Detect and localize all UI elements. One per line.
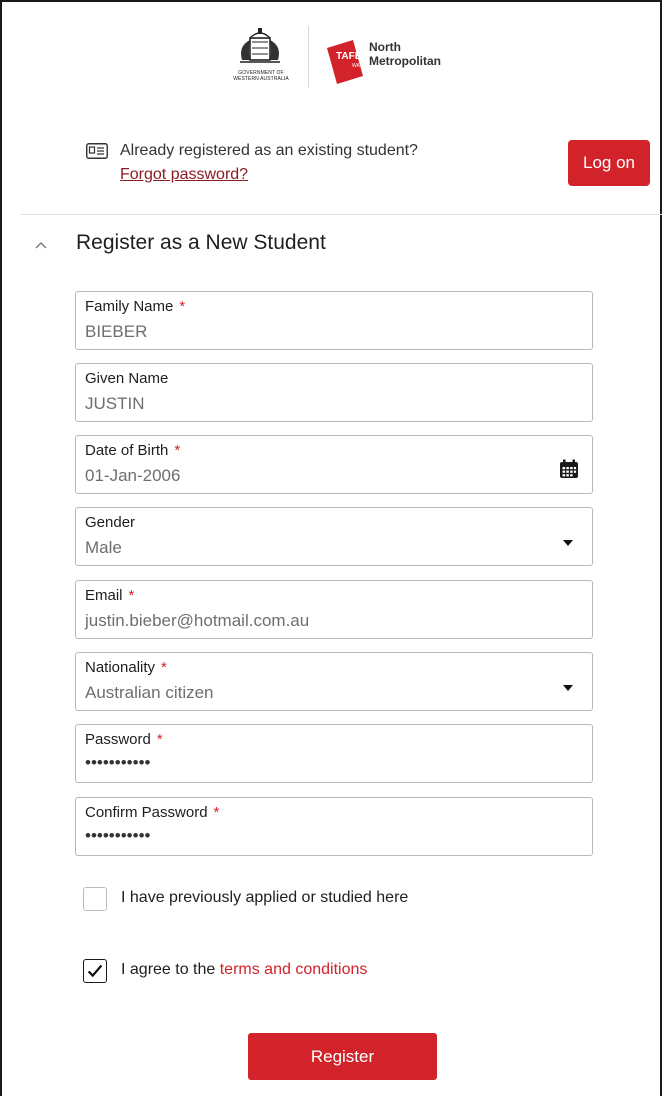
nationality-select[interactable]: Nationality * Australian citizen: [75, 652, 593, 711]
nationality-label: Nationality *: [85, 659, 167, 676]
log-on-button[interactable]: Log on: [568, 140, 650, 186]
checkmark-icon: [87, 964, 103, 978]
chevron-up-icon[interactable]: [34, 238, 48, 252]
institute-name-line2: Metropolitan: [369, 54, 441, 68]
confirm-password-label-text: Confirm Password: [85, 804, 208, 821]
password-field[interactable]: Password * •••••••••••: [75, 724, 593, 783]
confirm-password-field[interactable]: Confirm Password * •••••••••••: [75, 797, 593, 856]
required-marker: *: [213, 804, 220, 821]
terms-and-conditions-link[interactable]: terms and conditions: [220, 961, 368, 978]
section-divider: [20, 214, 662, 215]
email-label: Email *: [85, 587, 134, 604]
date-of-birth-label: Date of Birth *: [85, 442, 180, 459]
required-marker: *: [161, 659, 167, 676]
agree-terms-row[interactable]: I agree to the terms and conditions: [83, 959, 603, 985]
section-title: Register as a New Student: [76, 231, 326, 254]
password-label: Password *: [85, 731, 163, 748]
required-marker: *: [156, 731, 163, 748]
gender-select[interactable]: Gender Male: [75, 507, 593, 566]
existing-student-panel: Already registered as an existing studen…: [86, 140, 650, 194]
calendar-icon[interactable]: [559, 459, 579, 479]
existing-student-prompt: Already registered as an existing studen…: [120, 142, 418, 159]
family-name-label-text: Family Name: [85, 298, 174, 315]
nationality-value[interactable]: Australian citizen: [85, 683, 214, 703]
email-value[interactable]: justin.bieber@hotmail.com.au: [85, 611, 309, 631]
email-field[interactable]: Email * justin.bieber@hotmail.com.au: [75, 580, 593, 639]
tafe-logo-sub: WA: [352, 63, 360, 69]
required-marker: *: [174, 442, 181, 459]
previously-applied-row[interactable]: I have previously applied or studied her…: [83, 887, 603, 913]
password-value[interactable]: •••••••••••: [85, 753, 150, 773]
nationality-label-text: Nationality: [85, 659, 156, 676]
government-logo-text: GOVERNMENT OF WESTERN AUSTRALIA: [233, 70, 289, 82]
gender-label: Gender: [85, 514, 136, 531]
register-button[interactable]: Register: [248, 1033, 437, 1080]
given-name-field[interactable]: Given Name JUSTIN: [75, 363, 593, 422]
gender-value[interactable]: Male: [85, 538, 122, 558]
dropdown-caret-icon[interactable]: [563, 685, 573, 691]
date-of-birth-value[interactable]: 01-Jan-2006: [85, 466, 180, 486]
family-name-field[interactable]: Family Name * BIEBER: [75, 291, 593, 350]
agree-terms-label: I agree to the terms and conditions: [121, 961, 367, 979]
previously-applied-label[interactable]: I have previously applied or studied her…: [121, 889, 408, 907]
institute-name: North Metropolitan: [369, 40, 441, 68]
date-of-birth-label-text: Date of Birth: [85, 442, 169, 459]
email-label-text: Email: [85, 587, 123, 604]
dropdown-caret-icon[interactable]: [563, 540, 573, 546]
required-marker: *: [179, 298, 186, 315]
register-section-header[interactable]: Register as a New Student: [34, 230, 454, 260]
given-name-label: Given Name: [85, 370, 169, 387]
header-logos: GOVERNMENT OF WESTERN AUSTRALIA TAFE WA …: [228, 24, 468, 94]
confirm-password-label: Confirm Password *: [85, 804, 219, 821]
agree-terms-checkbox[interactable]: [83, 959, 107, 983]
password-label-text: Password: [85, 731, 151, 748]
required-marker: *: [128, 587, 135, 604]
institute-name-line1: North: [369, 40, 401, 54]
forgot-password-link[interactable]: Forgot password?: [120, 164, 248, 186]
confirm-password-value[interactable]: •••••••••••: [85, 826, 150, 846]
family-name-value[interactable]: BIEBER: [85, 322, 147, 342]
date-of-birth-field[interactable]: Date of Birth * 01-Jan-2006: [75, 435, 593, 494]
tafe-logo-icon: [327, 40, 363, 84]
family-name-label: Family Name *: [85, 298, 185, 315]
agree-terms-prefix: I agree to the: [121, 961, 220, 978]
id-card-icon: [86, 143, 108, 159]
tafe-logo-label: TAFE: [336, 51, 362, 62]
given-name-value[interactable]: JUSTIN: [85, 394, 145, 414]
previously-applied-checkbox[interactable]: [83, 887, 107, 911]
logo-divider: [308, 26, 309, 88]
